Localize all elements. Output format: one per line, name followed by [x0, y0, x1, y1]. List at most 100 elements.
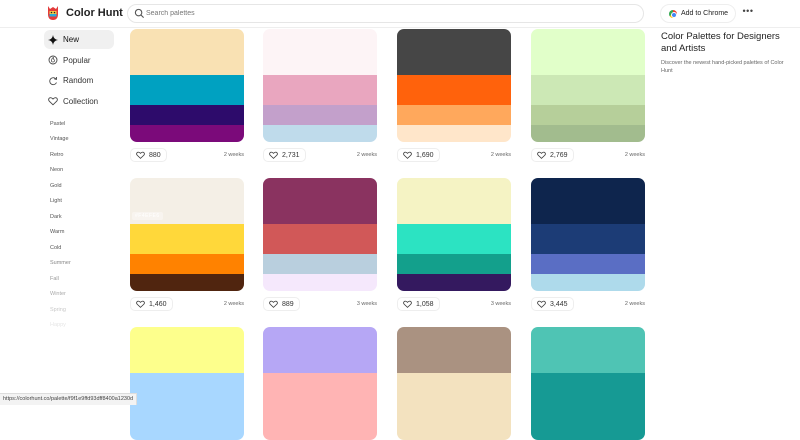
promo-panel: Color Palettes for Designers and Artists… — [661, 31, 786, 75]
tag-spring[interactable]: Spring — [50, 303, 114, 319]
more-menu-button[interactable]: ••• — [740, 6, 756, 20]
color-swatch[interactable] — [397, 105, 511, 125]
color-swatch[interactable] — [130, 224, 244, 254]
color-swatch[interactable] — [397, 274, 511, 291]
color-swatch[interactable] — [531, 373, 645, 440]
color-swatch[interactable] — [263, 224, 377, 254]
color-swatch[interactable] — [263, 105, 377, 125]
tag-dark[interactable]: Dark — [50, 210, 114, 226]
tag-retro[interactable]: Retro — [50, 148, 114, 164]
palette-card[interactable] — [531, 327, 645, 440]
color-swatch[interactable] — [130, 373, 244, 440]
color-swatch[interactable] — [397, 224, 511, 254]
color-swatch[interactable] — [263, 29, 377, 75]
color-swatch[interactable] — [397, 327, 511, 373]
color-swatch[interactable] — [397, 75, 511, 105]
search-input[interactable] — [146, 6, 626, 21]
palette-meta: 1,690 2 weeks — [397, 147, 511, 163]
palette-swatches[interactable] — [263, 327, 377, 440]
nav-popular[interactable]: Popular — [44, 51, 114, 70]
color-swatch[interactable] — [263, 254, 377, 274]
color-swatch[interactable] — [531, 125, 645, 142]
color-swatch[interactable] — [130, 75, 244, 105]
color-swatch[interactable] — [130, 29, 244, 75]
palette-card[interactable]: 1,058 3 weeks — [397, 178, 511, 312]
color-swatch[interactable] — [531, 254, 645, 274]
search-bar[interactable] — [127, 4, 644, 23]
like-button[interactable]: 1,058 — [397, 297, 440, 311]
nav-collection[interactable]: Collection — [44, 92, 114, 111]
palette-swatches[interactable] — [531, 327, 645, 440]
palette-card[interactable]: 2,769 2 weeks — [531, 29, 645, 163]
tag-vintage[interactable]: Vintage — [50, 132, 114, 148]
color-swatch[interactable] — [263, 75, 377, 105]
color-swatch[interactable] — [397, 29, 511, 75]
color-swatch[interactable] — [130, 105, 244, 125]
palette-card[interactable]: #F4EFE6 1,460 2 weeks — [130, 178, 244, 312]
color-swatch[interactable] — [130, 254, 244, 274]
like-button[interactable]: 3,445 — [531, 297, 574, 311]
palette-swatches[interactable]: #F4EFE6 — [130, 178, 244, 291]
like-button[interactable]: 2,769 — [531, 148, 574, 162]
color-swatch[interactable] — [130, 125, 244, 142]
color-swatch[interactable] — [531, 327, 645, 373]
palette-date: 2 weeks — [223, 301, 244, 307]
logo[interactable]: Color Hunt — [46, 5, 123, 21]
palette-swatches[interactable] — [263, 178, 377, 291]
tag-fall[interactable]: Fall — [50, 272, 114, 288]
tag-light[interactable]: Light — [50, 194, 114, 210]
palette-swatches[interactable] — [397, 327, 511, 440]
color-swatch[interactable] — [263, 178, 377, 224]
color-swatch[interactable] — [397, 178, 511, 224]
color-swatch[interactable] — [531, 178, 645, 224]
color-swatch[interactable] — [130, 274, 244, 291]
palette-swatches[interactable] — [130, 327, 244, 440]
color-swatch[interactable] — [531, 224, 645, 254]
palette-card[interactable] — [397, 327, 511, 440]
color-swatch[interactable] — [263, 274, 377, 291]
like-button[interactable]: 880 — [130, 148, 167, 162]
color-swatch[interactable] — [531, 29, 645, 75]
palette-card[interactable] — [130, 327, 244, 440]
palette-card[interactable]: 2,731 2 weeks — [263, 29, 377, 163]
tag-happy[interactable]: Happy — [50, 318, 114, 334]
palette-swatches[interactable] — [263, 29, 377, 142]
palette-card[interactable]: 880 2 weeks — [130, 29, 244, 163]
palette-card[interactable] — [263, 327, 377, 440]
color-swatch[interactable] — [531, 75, 645, 105]
nav-random[interactable]: Random — [44, 71, 114, 90]
add-to-chrome-button[interactable]: Add to Chrome — [660, 4, 736, 23]
nav-collection-label: Collection — [63, 96, 99, 106]
palette-swatches[interactable] — [397, 178, 511, 291]
palette-card[interactable]: 3,445 2 weeks — [531, 178, 645, 312]
tag-cold[interactable]: Cold — [50, 241, 114, 257]
like-button[interactable]: 1,460 — [130, 297, 173, 311]
tag-summer[interactable]: Summer — [50, 256, 114, 272]
palette-swatches[interactable] — [531, 178, 645, 291]
color-swatch[interactable] — [130, 327, 244, 373]
color-swatch[interactable] — [263, 125, 377, 142]
color-swatch[interactable] — [263, 327, 377, 373]
tag-neon[interactable]: Neon — [50, 163, 114, 179]
color-swatch[interactable] — [531, 274, 645, 291]
color-swatch[interactable] — [397, 373, 511, 440]
palette-meta: 2,769 2 weeks — [531, 147, 645, 163]
color-swatch[interactable] — [531, 105, 645, 125]
color-swatch[interactable] — [397, 125, 511, 142]
color-hunt-logo-icon — [48, 6, 58, 20]
like-button[interactable]: 889 — [263, 297, 300, 311]
palette-card[interactable]: 889 3 weeks — [263, 178, 377, 312]
like-button[interactable]: 1,690 — [397, 148, 440, 162]
tag-gold[interactable]: Gold — [50, 179, 114, 195]
palette-swatches[interactable] — [130, 29, 244, 142]
color-swatch[interactable] — [263, 373, 377, 440]
palette-swatches[interactable] — [397, 29, 511, 142]
palette-swatches[interactable] — [531, 29, 645, 142]
tag-pastel[interactable]: Pastel — [50, 117, 114, 133]
tag-winter[interactable]: Winter — [50, 287, 114, 303]
tag-warm[interactable]: Warm — [50, 225, 114, 241]
palette-card[interactable]: 1,690 2 weeks — [397, 29, 511, 163]
like-button[interactable]: 2,731 — [263, 148, 306, 162]
nav-new[interactable]: New — [44, 30, 114, 49]
color-swatch[interactable] — [397, 254, 511, 274]
